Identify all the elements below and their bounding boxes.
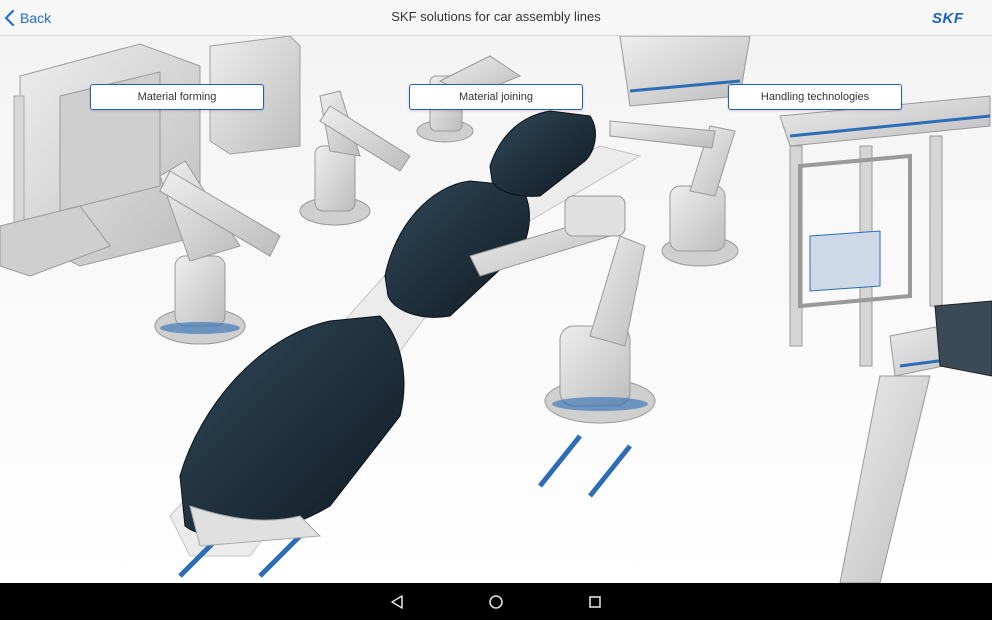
nav-back-button[interactable] (377, 583, 417, 620)
skf-logo: SKF (932, 9, 978, 27)
app-header: Back SKF solutions for car assembly line… (0, 0, 992, 36)
press-machine (0, 43, 201, 277)
assembly-line-illustration (0, 36, 992, 583)
nav-recents-button[interactable] (575, 583, 615, 620)
svg-text:SKF: SKF (932, 10, 964, 26)
hotspot-handling-technologies[interactable]: Handling technologies (728, 84, 902, 110)
back-triangle-icon (391, 594, 403, 609)
home-circle-icon (489, 594, 503, 609)
hotspot-material-joining[interactable]: Material joining (409, 84, 583, 110)
recents-square-icon (589, 595, 601, 608)
assembly-line-scene: Material forming Material joining Handli… (0, 36, 992, 583)
nav-home-button[interactable] (476, 583, 516, 620)
skf-logo-mark: SKF (932, 10, 964, 27)
android-navigation-bar (0, 583, 992, 620)
page-title: SKF solutions for car assembly lines (391, 9, 601, 24)
hotspot-material-forming[interactable]: Material forming (90, 84, 264, 110)
